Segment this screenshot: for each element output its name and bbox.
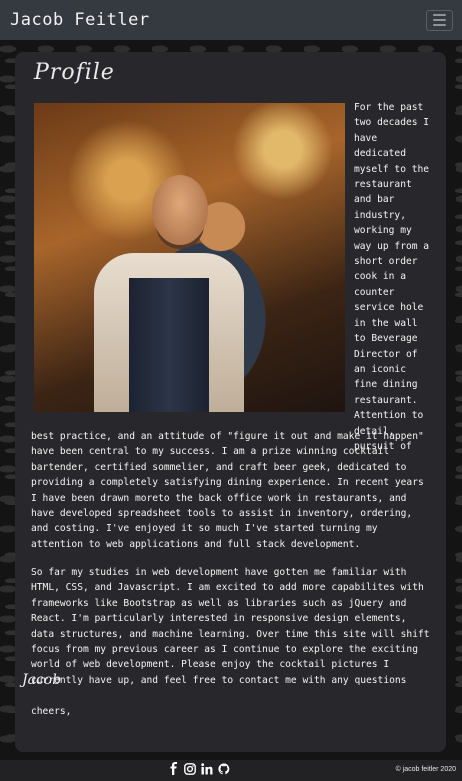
navbar: Jacob Feitler <box>0 0 462 40</box>
bio-wrap-line: have <box>354 132 378 144</box>
bio-wrap-line: restaurant <box>354 179 412 191</box>
bartender-portrait <box>34 103 345 412</box>
bio-paragraph-2-line: So far my studies in web development hav… <box>31 567 407 578</box>
bio-paragraph-2: So far my studies in web development hav… <box>31 565 441 688</box>
bio-wrap-line: restaurant. <box>354 394 418 406</box>
bio-wrap-line: short order <box>354 256 418 268</box>
bio-wrap-line: service hole <box>354 302 424 314</box>
closing-text: cheers, <box>31 706 72 717</box>
profile-heading: Profile <box>34 60 115 85</box>
signature: Jacob <box>22 672 62 688</box>
bio-wrap-line: industry, <box>354 209 406 221</box>
bio-wrap-line: For the past <box>354 102 424 113</box>
profile-card: Profile For the past two decades I have ded… <box>15 52 446 752</box>
bio-wrap-line: in the wall <box>354 317 418 329</box>
bio-paragraph-1-line: providing a completely satisfying dining… <box>31 477 424 489</box>
bio-wrap-line: counter <box>354 286 395 298</box>
bio-paragraph-1-line: have developed spreadsheet tools to assi… <box>31 508 413 520</box>
social-icons <box>168 762 230 775</box>
bio-paragraph-1: best practice, and an attitude of "figur… <box>31 429 441 552</box>
bio-paragraph-2-line: world of web development. Please enjoy t… <box>31 659 390 671</box>
bio-wrap-line: working my <box>354 225 412 237</box>
bio-paragraph-1-line: bartender, certified sommelier, and craf… <box>31 461 407 473</box>
bio-paragraph-1-line: attention to web applications and full s… <box>31 538 361 550</box>
bio-wrap-line: two decades I <box>354 117 430 129</box>
footer <box>0 760 462 781</box>
bio-wrap-line: cook in a <box>354 271 406 283</box>
bio-wrap-line: and bar <box>354 194 395 206</box>
bio-paragraph-2-line: currently have up, and feel free to cont… <box>31 674 407 686</box>
brand-link[interactable]: Jacob Feitler <box>10 10 150 30</box>
bio-paragraph-1-line: best practice, and an attitude of "figur… <box>31 431 424 442</box>
github-icon[interactable] <box>218 762 230 775</box>
bio-wrap-text: For the past two decades I have dedicated my… <box>354 100 444 454</box>
bio-wrap-line: Director of <box>354 348 418 360</box>
bio-wrap-line: way up from a <box>354 240 430 252</box>
facebook-icon[interactable] <box>168 762 179 775</box>
bio-paragraph-2-line: HTML, CSS, and Javascript. I am excited … <box>31 582 424 594</box>
bio-wrap-line: myself to the <box>354 163 430 175</box>
bio-paragraph-1-line: I have been drawn moreto the back office… <box>31 492 407 504</box>
bio-wrap-line: fine dining <box>354 379 418 391</box>
instagram-icon[interactable] <box>184 762 196 775</box>
bio-paragraph-2-line: focus from my previous career as I conti… <box>31 644 418 656</box>
hamburger-menu-icon[interactable] <box>426 9 453 31</box>
bio-wrap-line: to Beverage <box>354 333 418 345</box>
bio-wrap-line: dedicated <box>354 148 406 160</box>
bio-paragraph-2-line: frameworks like Bootstrap as well as lib… <box>31 597 407 609</box>
copyright-text: © jacob feitler 2020 <box>395 766 456 773</box>
bio-paragraph-2-line: data structures, and machine learning. O… <box>31 628 430 640</box>
bio-paragraph-1-line: have been central to my success. I am a … <box>31 446 390 458</box>
bio-wrap-line: an iconic <box>354 363 406 375</box>
bio-paragraph-1-line: and costing. I've enjoyed it so much I'v… <box>31 523 378 535</box>
linkedin-icon[interactable] <box>201 762 213 775</box>
bio-paragraph-2-line: React. I'm particularly interested in re… <box>31 613 407 625</box>
bio-wrap-line: Attention to <box>354 410 424 422</box>
